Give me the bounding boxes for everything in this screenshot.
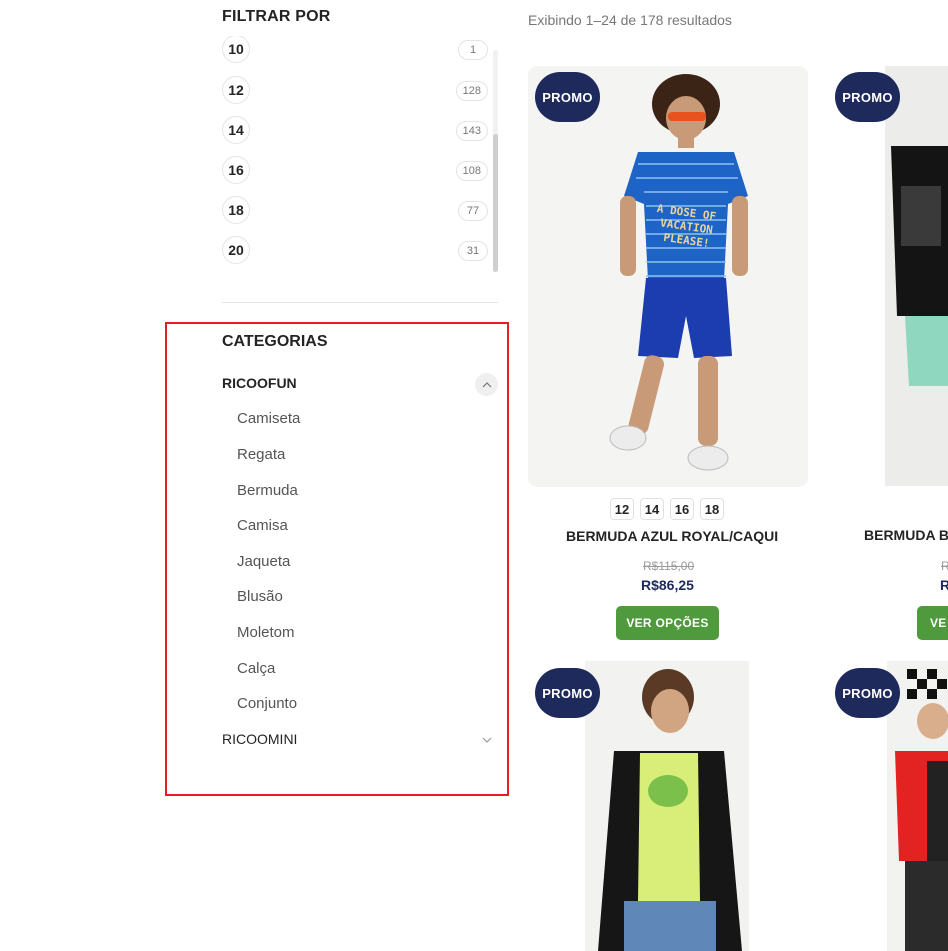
chevron-down-icon[interactable] [475, 728, 498, 751]
product-image[interactable]: PROMO [835, 661, 948, 951]
size-chip[interactable]: 16 [222, 156, 250, 184]
subcategory-item[interactable]: Calça [237, 660, 275, 677]
size-chip[interactable]: 14 [222, 116, 250, 144]
product-image[interactable]: PROMO [835, 66, 948, 486]
product-name[interactable]: BERMUDA AZUL ROYAL/CAQUI [566, 528, 778, 544]
subcategory-item[interactable]: Camiseta [237, 410, 300, 427]
old-price: R$115,00 [643, 559, 695, 573]
product-name[interactable]: BERMUDA BE [864, 527, 948, 543]
filter-title: FILTRAR POR [222, 8, 331, 25]
old-price: R [941, 559, 948, 573]
size-filter-item[interactable]: 10 1 [222, 36, 488, 65]
size-filter-item[interactable]: 12 128 [222, 76, 488, 106]
sidebar-divider [222, 302, 498, 303]
size-count: 108 [455, 161, 488, 181]
size-count: 31 [458, 241, 488, 261]
size-swatch[interactable]: 16 [670, 498, 694, 520]
sale-price: R$86,25 [641, 577, 694, 593]
product-image[interactable]: PROMO [528, 661, 808, 951]
size-chip[interactable]: 18 [222, 196, 250, 224]
size-swatch[interactable]: 12 [610, 498, 634, 520]
subcategory-item[interactable]: Jaqueta [237, 553, 290, 570]
category-ricoomini[interactable]: RICOOMINI [222, 731, 297, 747]
size-count: 128 [455, 81, 488, 101]
subcategory-item[interactable]: Blusão [237, 588, 283, 605]
size-chip[interactable]: 20 [222, 236, 250, 264]
scrollbar-thumb[interactable] [493, 134, 498, 272]
view-options-button[interactable]: VER OPÇÕES [616, 606, 719, 640]
subcategory-item[interactable]: Regata [237, 446, 285, 463]
size-chip[interactable]: 12 [222, 76, 250, 104]
subcategory-item[interactable]: Bermuda [237, 482, 298, 499]
size-filter-list: 10 1 12 128 14 143 16 108 18 77 20 31 [222, 36, 498, 272]
size-filter-item[interactable]: 18 77 [222, 196, 488, 226]
category-ricoofun[interactable]: RICOOFUN [222, 375, 297, 391]
subcategory-item[interactable]: Conjunto [237, 695, 297, 712]
size-filter-item[interactable]: 14 143 [222, 116, 488, 146]
promo-badge: PROMO [535, 72, 600, 122]
chevron-up-icon[interactable] [475, 373, 498, 396]
size-filter-item[interactable]: 16 108 [222, 156, 488, 186]
size-swatch[interactable]: 14 [640, 498, 664, 520]
size-count: 77 [458, 201, 488, 221]
size-count: 1 [458, 40, 488, 60]
categories-title: CATEGORIAS [222, 333, 328, 350]
size-swatch[interactable]: 18 [700, 498, 724, 520]
view-options-button[interactable]: VE [917, 606, 948, 640]
sale-price: R [940, 577, 948, 593]
product-photo-boy-black-shirt [885, 66, 948, 486]
size-swatches: 12 14 16 18 [610, 498, 724, 520]
product-image[interactable]: A DOSE OF VACATION PLEASE! PROMO [528, 66, 808, 487]
subcategory-item[interactable]: Camisa [237, 517, 288, 534]
subcategory-item[interactable]: Moletom [237, 624, 295, 641]
product-photo-boy-blue-shirt: A DOSE OF VACATION PLEASE! [528, 66, 808, 487]
promo-badge: PROMO [835, 668, 900, 718]
promo-badge: PROMO [535, 668, 600, 718]
size-filter-item[interactable]: 20 31 [222, 236, 488, 266]
promo-badge: PROMO [835, 72, 900, 122]
result-count: Exibindo 1–24 de 178 resultados [528, 12, 732, 28]
size-chip[interactable]: 10 [222, 36, 250, 63]
size-count: 143 [455, 121, 488, 141]
size-list-scrollbar[interactable] [493, 50, 498, 272]
highlight-box [165, 322, 509, 796]
